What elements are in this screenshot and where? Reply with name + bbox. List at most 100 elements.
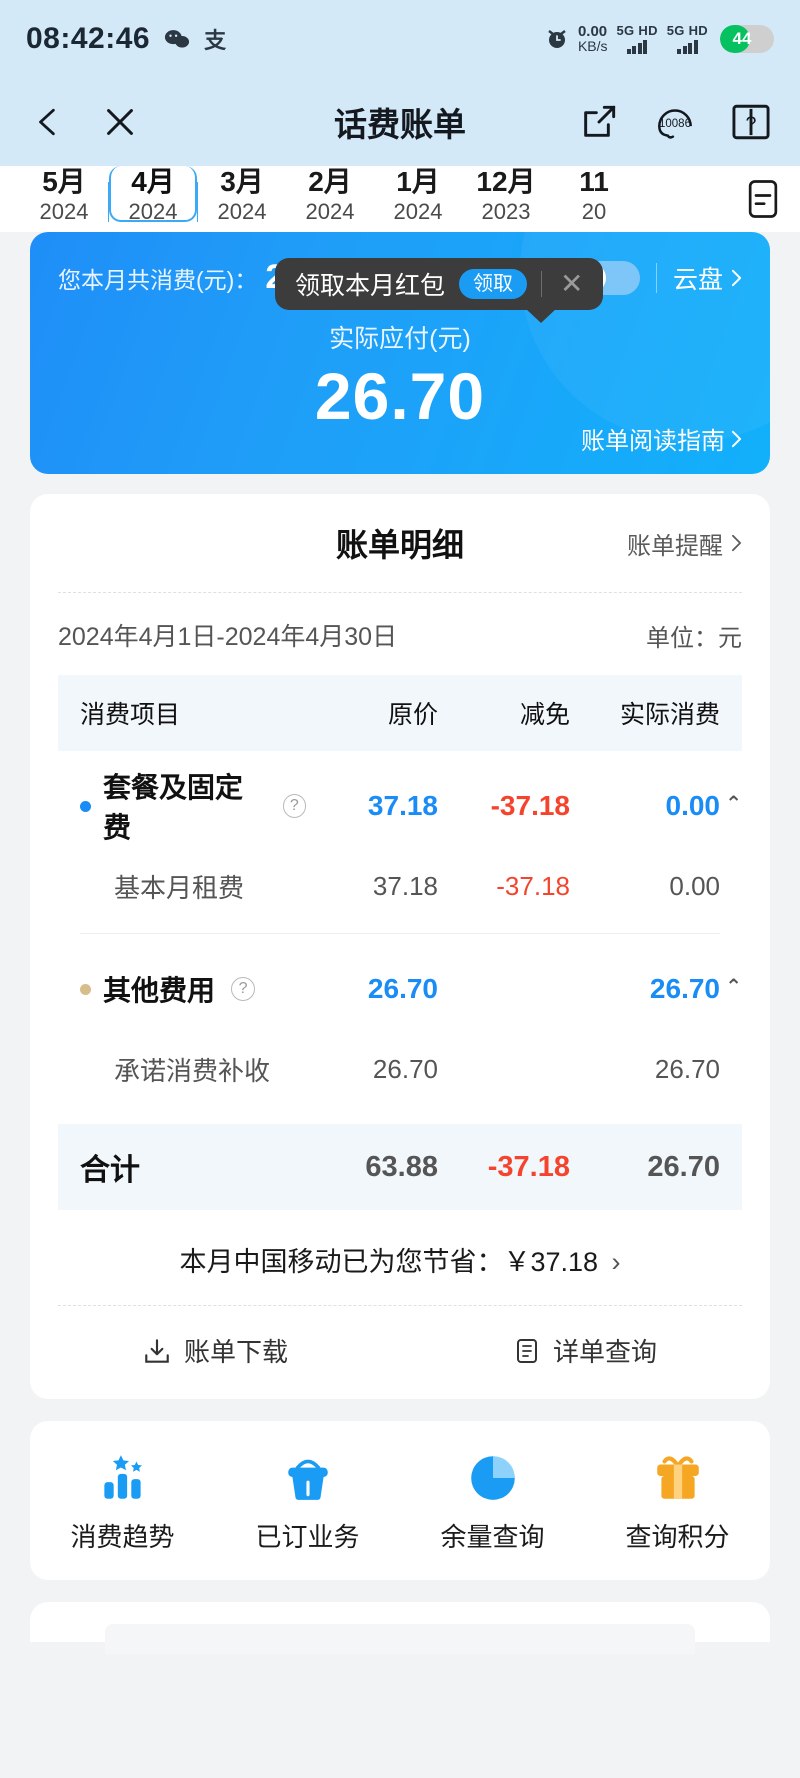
month-tab-1-2024[interactable]: 1月 2024 <box>374 166 462 223</box>
year-label: 2024 <box>128 199 178 224</box>
divider <box>655 262 657 293</box>
network-speed: 0.00 KB/s <box>577 23 608 54</box>
wechat-icon <box>164 28 190 50</box>
bullet-icon <box>80 800 91 812</box>
share-icon[interactable] <box>576 99 622 145</box>
quick-entry-label: 已订业务 <box>255 1522 360 1552</box>
month-label: 11 <box>579 166 609 197</box>
table-row[interactable]: 其他费用? 26.70 26.70 ⌃ <box>58 946 742 1032</box>
cell-discount: -37.18 <box>496 870 570 901</box>
red-packet-tooltip[interactable]: 领取本月红包 领取 ✕ <box>275 258 604 323</box>
cell-actual: 26.70 ⌃ <box>649 973 742 1004</box>
chevron-up-icon[interactable]: ⌃ <box>725 791 742 816</box>
table-row: 基本月租费 37.18 -37.18 0.00 <box>58 849 742 923</box>
col-actual: 实际消费 <box>619 701 720 729</box>
chevron-right-icon: › <box>611 1247 621 1277</box>
question-circle-icon[interactable]: ? <box>231 977 256 1001</box>
month-tab-3-2024[interactable]: 3月 2024 <box>198 166 286 223</box>
svg-text:10086: 10086 <box>659 118 691 130</box>
gift-icon <box>651 1449 705 1503</box>
total-label: 合计 <box>80 1154 140 1187</box>
app-screen: 08:42:46 支 0.00 KB/s 5G HD 5G HD 44 话费账单… <box>0 0 800 1778</box>
month-tab-11-20[interactable]: 11 20 <box>550 166 638 223</box>
bill-date-range: 2024年4月1日-2024年4月30日 <box>58 623 398 651</box>
month-label: 3月 <box>220 166 264 197</box>
cell-actual: 26.70 <box>654 1053 720 1084</box>
year-label: 2024 <box>217 199 267 224</box>
divider <box>80 933 720 934</box>
chevron-up-icon[interactable]: ⌃ <box>725 974 742 999</box>
quick-entry-label: 消费趋势 <box>70 1522 175 1552</box>
table-row[interactable]: 套餐及固定费? 37.18 -37.18 0.00 ⌃ <box>58 763 742 849</box>
cloud-disk-link[interactable]: 云盘 <box>673 260 742 296</box>
nav-bar: 话费账单 10086 ? <box>0 78 800 166</box>
month-tab-5-2024[interactable]: 5月 2024 <box>20 166 108 223</box>
month-label: 12月 <box>476 166 536 197</box>
sim1-signal: 5G HD <box>617 24 658 54</box>
year-label: 2023 <box>481 199 531 224</box>
nav-actions: 10086 ? <box>576 99 774 145</box>
next-card-peek <box>30 1602 770 1654</box>
signal-bars-icon <box>626 39 648 54</box>
quick-entry-label: 余量查询 <box>440 1522 545 1552</box>
svg-text:?: ? <box>746 113 757 135</box>
list-view-icon[interactable] <box>726 166 800 232</box>
10086-call-icon[interactable]: 10086 <box>652 99 698 145</box>
help-book-icon[interactable]: ? <box>728 99 774 145</box>
quick-entry-balance-query[interactable]: 余量查询 <box>400 1449 585 1554</box>
sim2-signal: 5G HD <box>667 24 708 54</box>
tooltip-close-icon[interactable]: ✕ <box>556 270 587 298</box>
month-label: 5月 <box>42 166 86 197</box>
total-original: 63.88 <box>365 1150 438 1183</box>
signal-bars-icon <box>677 39 698 54</box>
detail-list-icon <box>516 1338 537 1363</box>
quick-entry-consume-trend[interactable]: 消费趋势 <box>30 1449 215 1554</box>
group-label: 其他费用 <box>103 975 216 1006</box>
month-label: 2月 <box>308 166 352 197</box>
cell-actual: 0.00 <box>669 870 720 901</box>
claim-button[interactable]: 领取 <box>459 269 528 299</box>
bill-table: 消费项目 原价 减免 实际消费 套餐及固定费? 37.18 -37.18 0.00 ⌃ 基… <box>58 675 742 1210</box>
quick-entry-subscribed[interactable]: 已订业务 <box>215 1449 400 1554</box>
table-row: 承诺消费补收 26.70 26.70 <box>58 1032 742 1106</box>
status-time: 08:42:46 <box>26 22 151 55</box>
child-label: 承诺消费补收 <box>114 1055 271 1086</box>
bill-reminder-link[interactable]: 账单提醒 <box>627 526 742 561</box>
savings-row[interactable]: 本月中国移动已为您节省：￥37.18 › <box>30 1210 770 1305</box>
col-discount: 减免 <box>519 701 570 729</box>
cell-original: 37.18 <box>372 870 438 901</box>
cell-discount: -37.18 <box>490 790 570 821</box>
detail-query-button[interactable]: 详单查询 <box>400 1332 770 1369</box>
bill-actions: 账单下载 详单查询 <box>30 1306 770 1399</box>
total-actual: 26.70 <box>647 1150 720 1183</box>
tooltip-divider <box>541 271 543 297</box>
month-label: 4月 <box>131 166 175 197</box>
chevron-right-icon <box>732 534 741 552</box>
question-circle-icon[interactable]: ? <box>282 794 306 818</box>
month-selector[interactable]: 5月 2024 4月 2024 3月 2024 2月 2024 1月 2024 12月 2023 11 2… <box>0 166 800 232</box>
month-list: 5月 2024 4月 2024 3月 2024 2月 2024 1月 2024 12月 2023 11 2… <box>0 166 800 232</box>
close-button[interactable] <box>94 100 146 144</box>
table-header: 消费项目 原价 减免 实际消费 <box>58 675 742 751</box>
row-name: 套餐及固定费? <box>80 766 306 846</box>
bill-download-button[interactable]: 账单下载 <box>30 1332 400 1369</box>
battery-indicator: 44 <box>720 25 774 53</box>
month-tab-2-2024[interactable]: 2月 2024 <box>286 166 374 223</box>
bill-guide-link[interactable]: 账单阅读指南 <box>581 421 742 456</box>
cell-original: 26.70 <box>372 1053 438 1084</box>
month-tab-4-2024[interactable]: 4月 2024 <box>109 166 197 224</box>
status-bar-right: 0.00 KB/s 5G HD 5G HD 44 <box>545 24 774 54</box>
cell-original: 26.70 <box>367 973 438 1004</box>
back-button[interactable] <box>26 100 70 144</box>
bill-detail-title: 账单明细 <box>335 527 464 563</box>
month-tab-12-2023[interactable]: 12月 2023 <box>462 166 550 223</box>
year-label: 2024 <box>393 199 443 224</box>
quick-entry-points-query[interactable]: 查询积分 <box>585 1449 770 1554</box>
status-bar-left: 08:42:46 支 <box>26 22 226 56</box>
row-name: 其他费用? <box>80 969 306 1009</box>
alarm-icon <box>545 27 569 51</box>
bill-unit-label: 单位：元 <box>646 624 742 652</box>
basket-icon <box>281 1449 335 1503</box>
payable-block: 实际应付(元) 26.70 <box>30 319 770 431</box>
child-label: 基本月租费 <box>114 872 245 903</box>
